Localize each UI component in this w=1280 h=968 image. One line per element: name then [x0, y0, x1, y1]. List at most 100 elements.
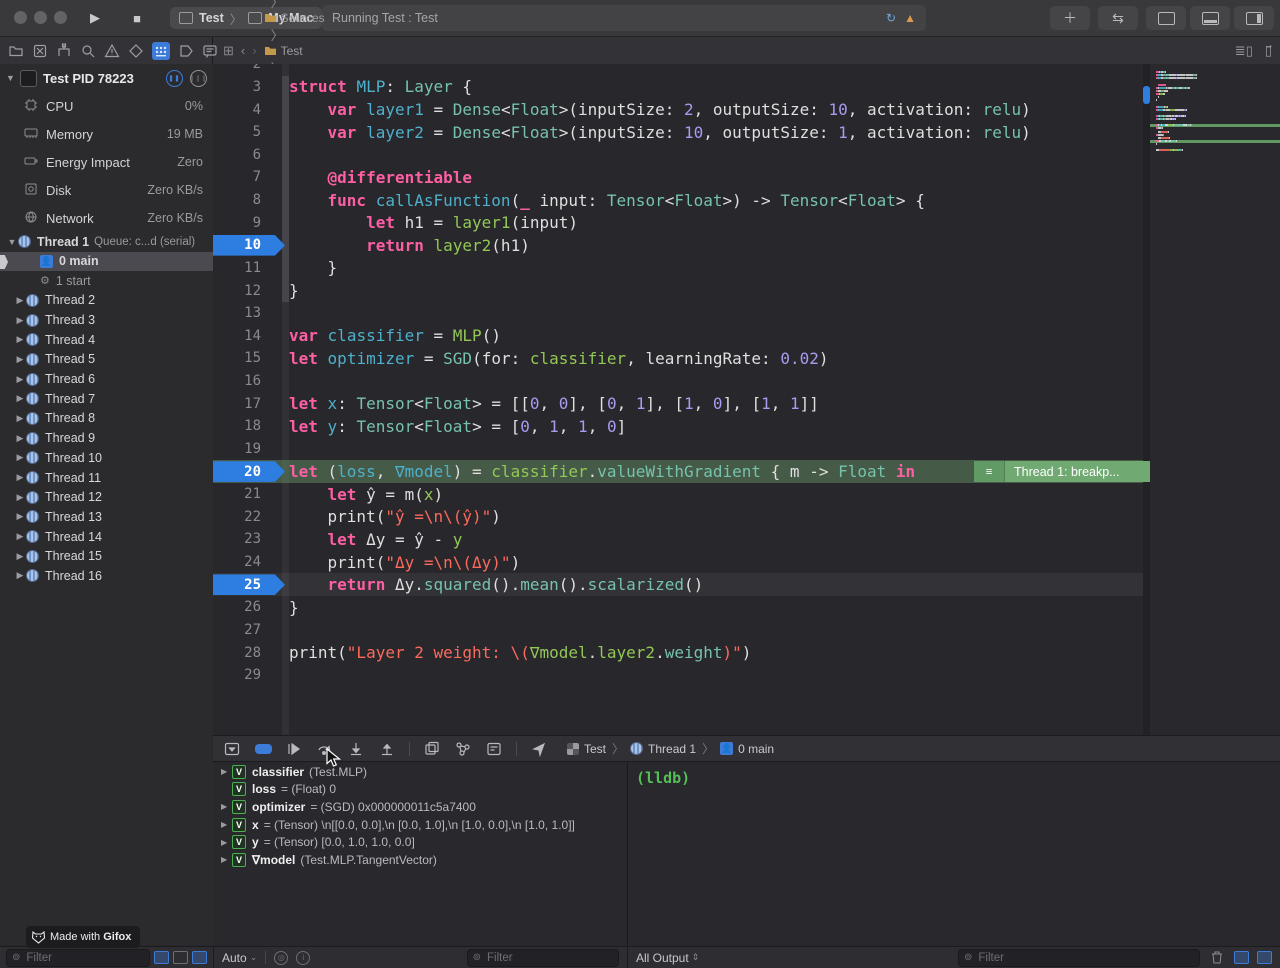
navigator-filter-field[interactable]: ⊚ [6, 949, 150, 967]
show-crashed-toggle[interactable] [192, 951, 207, 964]
thread-row[interactable]: ▶Thread 13 [0, 507, 213, 527]
search-icon[interactable] [80, 42, 96, 60]
step-into-icon[interactable] [347, 740, 365, 758]
editor-with-debug-button[interactable] [1190, 6, 1230, 30]
variable-row[interactable]: ▶V∇model(Test.MLP.TangentVector) [213, 851, 626, 869]
debug-jump-bar[interactable]: Test〉Thread 1〉👤0 main [567, 740, 774, 757]
thread-row[interactable]: ▶Thread 7 [0, 389, 213, 409]
variables-filter-field[interactable]: ⊚ [467, 949, 619, 967]
source-control-icon[interactable] [32, 42, 48, 60]
console-scope-select[interactable]: All Output⇕ [636, 951, 699, 965]
variable-info-icon[interactable]: i [296, 951, 310, 965]
pause-process-icon[interactable]: ❚❚ [166, 70, 183, 87]
variable-row[interactable]: ▶Vy= (Tensor) [0.0, 1.0, 1.0, 0.0] [213, 833, 626, 851]
console-view[interactable]: (lldb) [627, 763, 1280, 945]
breakpoints-toggle[interactable] [254, 740, 272, 758]
thread-row[interactable]: ▶Thread 16 [0, 566, 213, 586]
console-filter-input[interactable] [976, 951, 1194, 965]
clear-console-icon[interactable] [1208, 949, 1226, 967]
line-number[interactable]: 5 [213, 124, 261, 140]
continue-execution-icon[interactable] [285, 740, 303, 758]
variable-row[interactable]: ▶Vclassifier(Test.MLP) [213, 763, 626, 781]
issues-icon[interactable] [104, 42, 120, 60]
line-number[interactable]: 9 [213, 215, 261, 231]
environment-overrides-icon[interactable] [485, 740, 503, 758]
variable-row[interactable]: ▶Voptimizer= (SGD) 0x000000011c5a7400 [213, 798, 626, 816]
variables-view[interactable]: ▶Vclassifier(Test.MLP)Vloss= (Float) 0▶V… [213, 763, 626, 945]
code-review-button[interactable]: ⇆ [1098, 6, 1138, 30]
thread-row[interactable]: ▶Thread 15 [0, 546, 213, 566]
stack-frame-row[interactable]: ⚙1 start [0, 271, 213, 291]
project-icon[interactable] [8, 42, 24, 60]
line-number[interactable]: 18 [213, 418, 261, 434]
variable-row[interactable]: Vloss= (Float) 0 [213, 781, 626, 799]
thread-row[interactable]: ▶Thread 9 [0, 428, 213, 448]
symbols-icon[interactable] [56, 42, 72, 60]
show-variables-view-toggle[interactable] [1234, 951, 1249, 964]
tests-icon[interactable] [128, 42, 144, 60]
variable-row[interactable]: ▶Vx= (Tensor) \n[[0.0, 0.0],\n [0.0, 1.0… [213, 816, 626, 834]
line-number[interactable]: 15 [213, 350, 261, 366]
thread-row[interactable]: ▶Thread 11 [0, 468, 213, 488]
profile-gauge-icon[interactable]: ❘❘❘ [190, 70, 207, 87]
line-number[interactable]: 27 [213, 622, 261, 638]
line-number[interactable]: 6 [213, 147, 261, 163]
editor-only-button[interactable] [1146, 6, 1186, 30]
thread-row[interactable]: ▶Thread 5 [0, 350, 213, 370]
line-number[interactable]: 3 [213, 79, 261, 95]
thread-row[interactable]: ▶Thread 3 [0, 310, 213, 330]
track-variable-icon[interactable]: ◎ [274, 951, 288, 965]
thread-row[interactable]: ▶Thread 4 [0, 330, 213, 350]
line-number[interactable]: 20 [213, 464, 261, 480]
close-window-button[interactable] [14, 11, 27, 24]
gauge-row-disk[interactable]: DiskZero KB/s [0, 176, 213, 204]
line-number[interactable]: 13 [213, 305, 261, 321]
adjust-editor-icon[interactable]: ≣▯ [1235, 43, 1253, 59]
line-number[interactable]: 14 [213, 328, 261, 344]
zoom-window-button[interactable] [54, 11, 67, 24]
library-button[interactable]: ＋ [1050, 6, 1090, 30]
simulate-location-icon[interactable] [530, 740, 548, 758]
run-button[interactable]: ▶ [80, 5, 110, 31]
line-number[interactable]: 29 [213, 667, 261, 683]
show-console-toggle[interactable] [1257, 951, 1272, 964]
editor-with-inspector-button[interactable] [1234, 6, 1274, 30]
variables-scope-select[interactable]: Auto⌄ [222, 951, 257, 965]
view-debugger-icon[interactable] [423, 740, 441, 758]
breadcrumb-item[interactable]: Test [264, 44, 332, 58]
line-number[interactable]: 25 [213, 577, 261, 593]
related-items-icon[interactable]: ⊞ [223, 43, 234, 59]
source-editor[interactable]: 23struct MLP: Layer {4 var layer1 = Dens… [213, 64, 1150, 735]
line-number[interactable]: 8 [213, 192, 261, 208]
line-number[interactable]: 21 [213, 486, 261, 502]
line-number[interactable]: 23 [213, 531, 261, 547]
thread-row[interactable]: ▶Thread 14 [0, 527, 213, 547]
gauge-row-energy-impact[interactable]: Energy ImpactZero [0, 148, 213, 176]
show-threads-toggle[interactable] [154, 951, 169, 964]
thread-row[interactable]: ▶Thread 10 [0, 448, 213, 468]
hide-debug-area-icon[interactable] [223, 740, 241, 758]
gauge-row-network[interactable]: NetworkZero KB/s [0, 204, 213, 232]
line-number[interactable]: 17 [213, 396, 261, 412]
gauge-row-cpu[interactable]: CPU0% [0, 92, 213, 120]
step-out-icon[interactable] [378, 740, 396, 758]
variables-filter-input[interactable] [485, 951, 613, 965]
line-number[interactable]: 22 [213, 509, 261, 525]
stack-frame-row[interactable]: 👤0 main [0, 252, 213, 272]
thread-row[interactable]: ▶Thread 8 [0, 409, 213, 429]
line-number[interactable]: 11 [213, 260, 261, 276]
editor-jump-bar[interactable]: ⊞ ‹ › Test〉Sources〉Test〉main.swift〉No Se… [213, 37, 1280, 64]
debug-icon[interactable] [152, 42, 170, 60]
gauge-row-memory[interactable]: Memory19 MB [0, 120, 213, 148]
breadcrumb-item[interactable]: Sources [264, 11, 332, 25]
thread-row-1[interactable]: ▼Thread 1Queue: c...d (serial) [0, 232, 213, 252]
line-number[interactable]: 10 [213, 237, 261, 253]
process-row[interactable]: ▼ Test PID 78223 ❚❚ ❘❘❘ [0, 64, 213, 92]
minimize-window-button[interactable] [34, 11, 47, 24]
memory-graph-icon[interactable] [454, 740, 472, 758]
show-stack-frames-toggle[interactable] [173, 951, 188, 964]
line-number[interactable]: 28 [213, 645, 261, 661]
inspector-toggle-icon[interactable]: ▯⃗ [1265, 43, 1272, 59]
thread-row[interactable]: ▶Thread 2 [0, 291, 213, 311]
line-number[interactable]: 16 [213, 373, 261, 389]
